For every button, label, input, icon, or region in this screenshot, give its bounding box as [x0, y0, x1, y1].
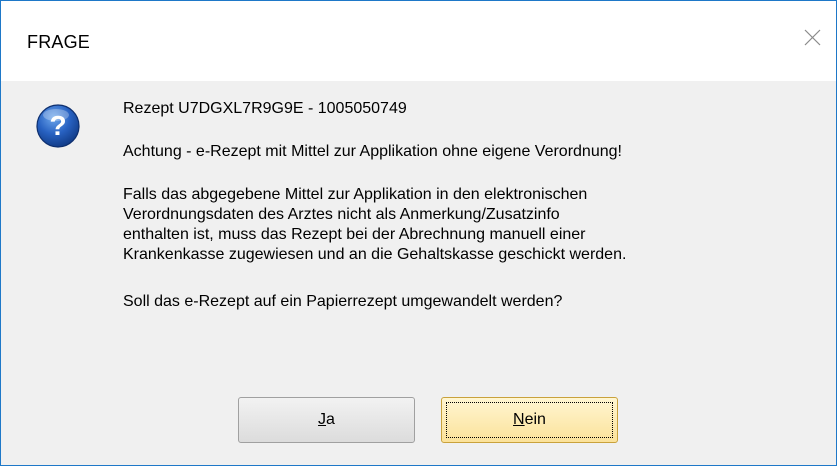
dialog-title: FRAGE: [27, 32, 91, 52]
yes-label-rest: a: [326, 411, 335, 428]
title-bar: FRAGE: [1, 1, 836, 81]
no-mnemonic: N: [513, 411, 525, 428]
question-icon: ?: [35, 103, 81, 149]
no-label-rest: ein: [524, 411, 546, 428]
no-button[interactable]: Nein: [441, 397, 618, 443]
close-button[interactable]: [790, 15, 834, 59]
warning-text: Achtung - e-Rezept mit Mittel zur Applik…: [123, 143, 622, 160]
message-dialog: FRAGE ? Rezept U7DGXL7R9G9E - 1005050749: [0, 0, 837, 466]
question-text: Soll das e-Rezept auf ein Papierrezept u…: [123, 293, 563, 310]
close-icon: [804, 29, 821, 46]
prescription-heading: Rezept U7DGXL7R9G9E - 1005050749: [123, 100, 407, 117]
explanation-text: Falls das abgegebene Mittel zur Applikat…: [123, 186, 627, 263]
yes-button[interactable]: Ja: [238, 397, 415, 443]
yes-mnemonic: J: [318, 411, 327, 428]
svg-text:?: ?: [49, 110, 66, 141]
message-text: Rezept U7DGXL7R9G9E - 1005050749 Achtung…: [123, 99, 813, 312]
